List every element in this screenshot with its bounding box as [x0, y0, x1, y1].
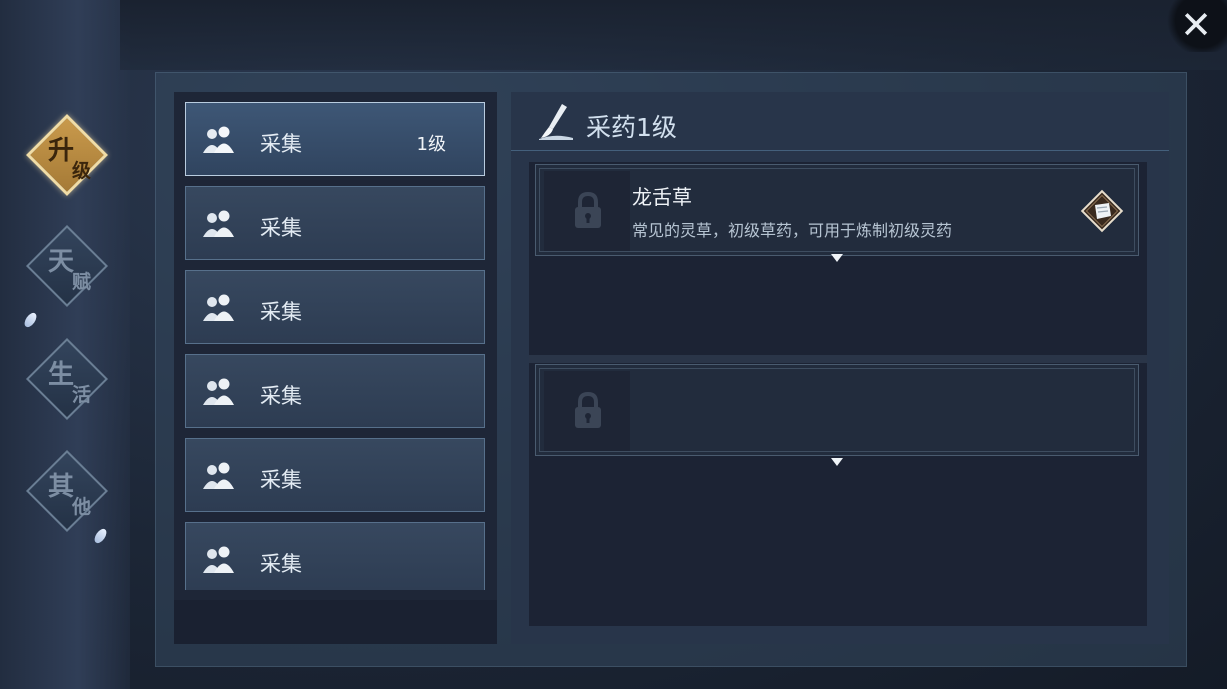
top-haze [120, 0, 1227, 70]
skill-list-item-level: 1级 [416, 134, 446, 155]
people-icon [203, 378, 234, 405]
scroll-badge-icon[interactable] [1080, 189, 1124, 233]
lock-icon [575, 191, 601, 228]
close-button[interactable]: ✕ [1165, 0, 1227, 52]
skill-list-item-label: 采集 [260, 300, 302, 324]
skill-list-item-label: 采集 [260, 384, 302, 408]
skill-list[interactable]: 采集 1级 采集 采集 采集 采集 采集 [174, 92, 497, 590]
item-name: 龙舌草 [632, 185, 692, 209]
side-tab-talent[interactable]: 天 赋 [22, 221, 112, 311]
side-tab-label-bottom: 赋 [72, 271, 92, 293]
skill-list-item[interactable]: 采集 [185, 522, 485, 590]
recipe-slot[interactable]: 龙舌草 常见的灵草，初级草药，可用于炼制初级灵药 [535, 164, 1139, 256]
side-tab-label-top: 升 [48, 136, 75, 166]
expand-arrow-icon[interactable] [831, 458, 843, 466]
people-icon [203, 546, 234, 573]
skill-list-item-label: 采集 [260, 132, 302, 156]
skill-list-item-label: 采集 [260, 216, 302, 240]
item-description: 常见的灵草，初级草药，可用于炼制初级灵药 [632, 221, 953, 240]
people-icon [203, 210, 234, 237]
skill-list-item[interactable]: 采集 [185, 270, 485, 344]
detail-panel: 采药1级 龙舌草 常见的灵草，初级草药，可用于炼制初级灵药 [511, 92, 1169, 644]
lock-icon [575, 391, 601, 428]
people-icon [203, 294, 234, 321]
skill-list-item[interactable]: 采集 [185, 186, 485, 260]
side-tab-label-top: 生 [48, 360, 75, 390]
side-tab-life[interactable]: 生 活 [22, 334, 112, 424]
side-tab-other[interactable]: 其 他 [22, 446, 112, 536]
lock-box [544, 171, 630, 251]
expand-arrow-icon[interactable] [831, 254, 843, 262]
recipe-slot-area[interactable]: 龙舌草 常见的灵草，初级草药，可用于炼制初级灵药 [529, 162, 1147, 626]
side-tab-label-top: 天 [48, 247, 75, 277]
skill-list-item-label: 采集 [260, 552, 302, 576]
people-icon [203, 126, 234, 153]
skill-list-item[interactable]: 采集 1级 [185, 102, 485, 176]
people-icon [203, 462, 234, 489]
skill-list-panel: 采集 1级 采集 采集 采集 采集 采集 [174, 92, 497, 644]
side-tab-label-top: 其 [48, 472, 75, 502]
skill-list-item[interactable]: 采集 [185, 438, 485, 512]
slot-divider [529, 355, 1147, 363]
skill-list-footer [174, 600, 497, 644]
brush-icon [539, 104, 573, 140]
skill-list-item[interactable]: 采集 [185, 354, 485, 428]
side-tab-label-bottom: 他 [72, 496, 92, 518]
close-icon: ✕ [1180, 3, 1212, 47]
side-tab-label-bottom: 级 [72, 160, 92, 182]
side-tab-upgrade[interactable]: 升 级 [22, 110, 112, 200]
lock-box [544, 371, 630, 451]
detail-header: 采药1级 [511, 92, 1169, 151]
side-tab-label-bottom: 活 [72, 384, 92, 406]
recipe-slot[interactable] [535, 364, 1139, 456]
skill-list-item-label: 采集 [260, 468, 302, 492]
detail-title: 采药1级 [586, 113, 677, 142]
